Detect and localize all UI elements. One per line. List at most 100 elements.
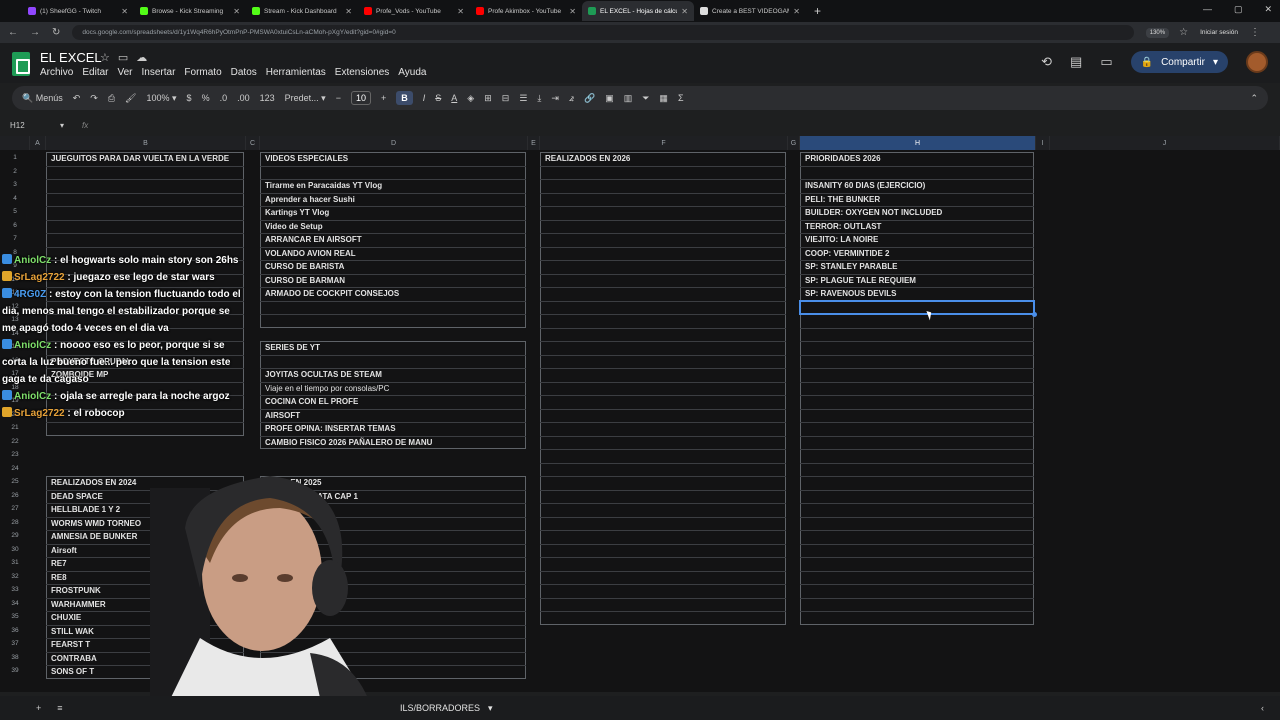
- sheet-cell[interactable]: Video de Setup: [262, 220, 526, 233]
- sheet-cell[interactable]: SP: RAVENOUS DEVILS: [802, 287, 1034, 300]
- row-header[interactable]: 31: [0, 559, 30, 566]
- zoom-pill[interactable]: 130%: [1145, 27, 1170, 38]
- comment-icon[interactable]: ▣: [605, 93, 614, 104]
- sheet-cell[interactable]: VIDEOS ESPECIALES: [262, 152, 526, 165]
- column-header[interactable]: H: [800, 136, 1036, 150]
- sheet-cell[interactable]: COCINA CON EL PROFE: [262, 395, 526, 408]
- italic-button[interactable]: I: [423, 93, 426, 103]
- url-field[interactable]: docs.google.com/spreadsheets/d/1y1Wq4R6h…: [72, 25, 1134, 40]
- tab-close-icon[interactable]: ✕: [569, 7, 576, 16]
- menu-item[interactable]: Ayuda: [398, 67, 426, 78]
- sheet-cell[interactable]: VIEJITO: LA NOIRE: [802, 233, 1034, 246]
- font-select[interactable]: Predet... ▾: [285, 93, 326, 104]
- menu-item[interactable]: Formato: [184, 67, 221, 78]
- number-format-button[interactable]: 123: [260, 93, 275, 103]
- font-size-decrease-icon[interactable]: −: [336, 93, 341, 103]
- sheet-cell[interactable]: PELI: THE BUNKER: [802, 193, 1034, 206]
- tab-close-icon[interactable]: ✕: [793, 7, 800, 16]
- sheets-logo-icon[interactable]: [12, 52, 30, 76]
- meet-icon[interactable]: ▭: [1100, 54, 1112, 70]
- sheet-cell[interactable]: SP: PLAGUE TALE REQUIEM: [802, 274, 1034, 287]
- rotate-icon[interactable]: ⦨: [569, 93, 574, 104]
- browser-tab[interactable]: Create a BEST VIDEOGAMES OF ✕: [694, 1, 806, 21]
- currency-format-button[interactable]: $: [187, 93, 192, 103]
- version-history-icon[interactable]: ⟲: [1041, 54, 1052, 70]
- browser-tab[interactable]: Profe_Vods - YouTube ✕: [358, 1, 470, 21]
- row-header[interactable]: 29: [0, 532, 30, 539]
- column-header[interactable]: G: [788, 136, 800, 150]
- column-header[interactable]: C: [246, 136, 260, 150]
- column-header[interactable]: D: [260, 136, 528, 150]
- row-header[interactable]: 28: [0, 519, 30, 526]
- chart-icon[interactable]: ▥: [624, 93, 633, 104]
- zoom-select[interactable]: 100% ▾: [146, 93, 176, 104]
- sheet-cell[interactable]: BUILDER: OXYGEN NOT INCLUDED: [802, 206, 1034, 219]
- comments-icon[interactable]: ▤: [1070, 54, 1082, 70]
- tab-close-icon[interactable]: ✕: [233, 7, 240, 16]
- column-header[interactable]: J: [1050, 136, 1280, 150]
- browser-tab[interactable]: Stream - Kick Dashboard ✕: [246, 1, 358, 21]
- sheet-cell[interactable]: Aprender a hacer Sushi: [262, 193, 526, 206]
- decrease-decimal-button[interactable]: .0: [220, 93, 228, 103]
- sheet-cell[interactable]: Kartings YT Vlog: [262, 206, 526, 219]
- strikethrough-icon[interactable]: S: [435, 93, 441, 103]
- sheet-cell[interactable]: INSANITY 60 DIAS (EJERCICIO): [802, 179, 1034, 192]
- print-icon[interactable]: ⎙: [108, 93, 115, 104]
- column-header[interactable]: I: [1036, 136, 1050, 150]
- sheet-cell[interactable]: JUEGUITOS PARA DAR VUELTA EN LA VERDE: [48, 152, 244, 165]
- sheet-cell[interactable]: VOLANDO AVION REAL: [262, 247, 526, 260]
- row-header[interactable]: 1: [0, 154, 30, 161]
- wrap-icon[interactable]: ⇥: [551, 93, 559, 104]
- row-header[interactable]: 39: [0, 667, 30, 674]
- menu-item[interactable]: Herramientas: [266, 67, 326, 78]
- sign-in-button[interactable]: Iniciar sesión: [1200, 29, 1238, 36]
- sheet-cell[interactable]: TERROR: OUTLAST: [802, 220, 1034, 233]
- text-color-icon[interactable]: A: [451, 93, 457, 103]
- avatar[interactable]: [1246, 51, 1268, 73]
- sheet-cell[interactable]: ARRANCAR EN AIRSOFT: [262, 233, 526, 246]
- select-all-corner[interactable]: [0, 136, 30, 150]
- sheet-cell[interactable]: AIRSOFT: [262, 409, 526, 422]
- browser-tab[interactable]: Browse - Kick Streaming ✕: [134, 1, 246, 21]
- browser-tab[interactable]: Profe Akimbox - YouTube ✕: [470, 1, 582, 21]
- document-title[interactable]: EL EXCEL: [40, 50, 102, 65]
- name-box-dropdown-icon[interactable]: ▾: [60, 121, 64, 130]
- sheet-cell[interactable]: PRIORIDADES 2026: [802, 152, 1034, 165]
- percent-format-button[interactable]: %: [202, 93, 210, 103]
- bookmark-star-icon[interactable]: ☆: [1179, 27, 1188, 38]
- scroll-sheets-icon[interactable]: ‹: [1261, 703, 1264, 713]
- all-sheets-icon[interactable]: ≡: [57, 703, 62, 713]
- row-header[interactable]: 37: [0, 640, 30, 647]
- minimize-icon[interactable]: —: [1203, 4, 1212, 15]
- tab-close-icon[interactable]: ✕: [457, 7, 464, 16]
- sheet-cell[interactable]: Viaje en el tiempo por consolas/PC: [262, 382, 526, 395]
- row-header[interactable]: 6: [0, 222, 30, 229]
- name-box[interactable]: H12: [0, 121, 60, 130]
- move-folder-icon[interactable]: ▭: [118, 52, 136, 64]
- increase-decimal-button[interactable]: .00: [237, 93, 250, 103]
- row-header[interactable]: 26: [0, 492, 30, 499]
- row-header[interactable]: 3: [0, 181, 30, 188]
- sheet-cell[interactable]: SERIES DE YT: [262, 341, 526, 354]
- paint-format-icon[interactable]: 🖌: [125, 93, 136, 104]
- browser-menu-icon[interactable]: ⋮: [1250, 27, 1260, 38]
- undo-icon[interactable]: ↶: [73, 93, 81, 104]
- menu-item[interactable]: Extensiones: [335, 67, 389, 78]
- selected-cell-h12[interactable]: [799, 299, 1035, 315]
- fill-color-icon[interactable]: ◈: [467, 93, 474, 104]
- tab-close-icon[interactable]: ✕: [121, 7, 128, 16]
- collapse-toolbar-icon[interactable]: ⌃: [1250, 93, 1258, 104]
- sheet-cell[interactable]: CURSO DE BARMAN: [262, 274, 526, 287]
- merge-cells-icon[interactable]: ⊟: [502, 93, 510, 104]
- row-header[interactable]: 27: [0, 505, 30, 512]
- sheet-tab-dropdown-icon[interactable]: ▾: [488, 703, 493, 714]
- row-header[interactable]: 32: [0, 573, 30, 580]
- row-header[interactable]: 7: [0, 235, 30, 242]
- sheet-cell[interactable]: JOYITAS OCULTAS DE STEAM: [262, 368, 526, 381]
- add-sheet-icon[interactable]: +: [36, 703, 41, 713]
- row-header[interactable]: 5: [0, 208, 30, 215]
- back-icon[interactable]: ←: [8, 27, 18, 38]
- fill-handle[interactable]: [1032, 312, 1037, 317]
- row-header[interactable]: 35: [0, 613, 30, 620]
- forward-icon[interactable]: →: [30, 27, 40, 38]
